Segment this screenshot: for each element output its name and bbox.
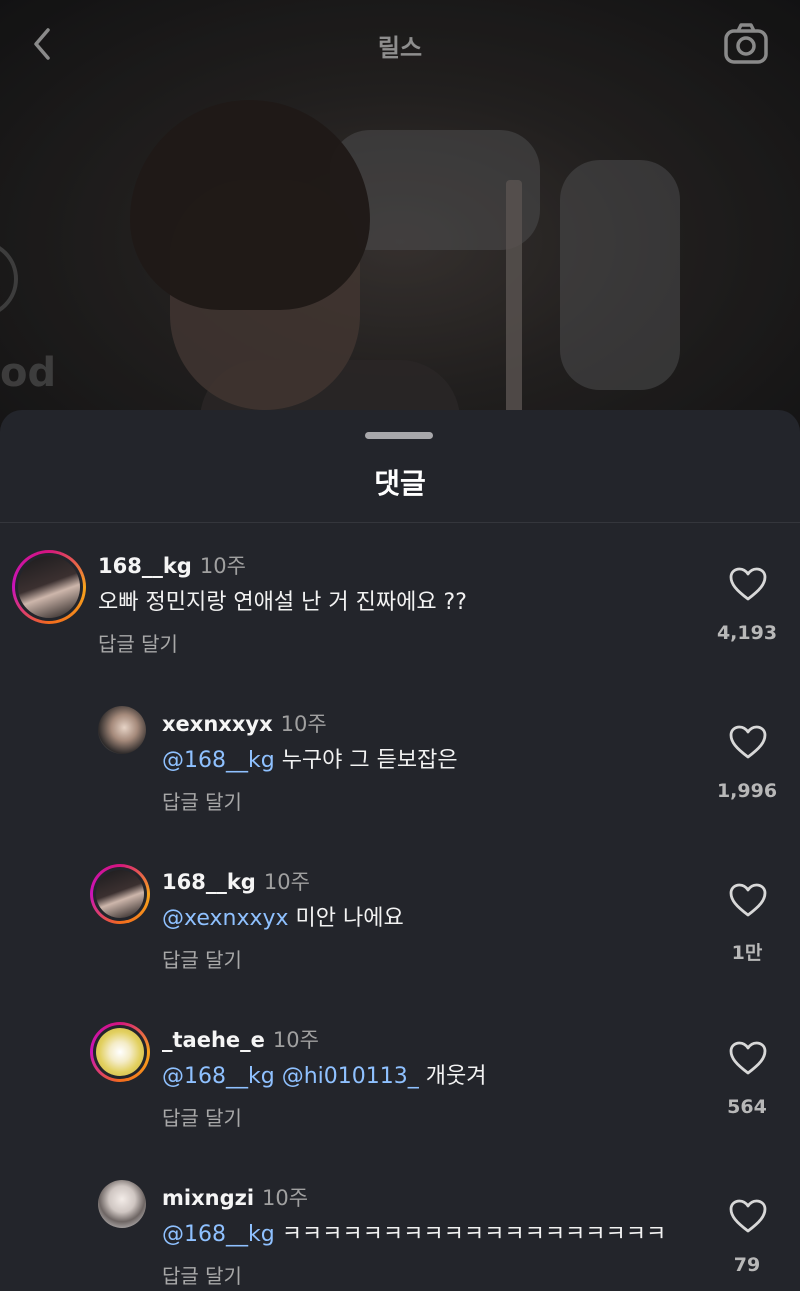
comment-username[interactable]: _taehe_e xyxy=(162,1028,265,1052)
camera-icon xyxy=(724,23,768,64)
like-button[interactable] xyxy=(726,1196,770,1236)
reply-button[interactable]: 답글 달기 xyxy=(162,944,242,973)
top-bar: 릴스 xyxy=(0,0,800,90)
comment-time: 10주 xyxy=(199,554,246,578)
like-button[interactable] xyxy=(726,1038,770,1078)
comment-header: _taehe_e 10주 xyxy=(162,1024,319,1054)
heart-icon xyxy=(729,1199,767,1233)
reply-button[interactable]: 답글 달기 xyxy=(98,628,178,657)
sheet-drag-handle[interactable] xyxy=(365,432,433,439)
comment-body: 누구야 그 듣보잡은 xyxy=(274,748,458,773)
comment-time: 10주 xyxy=(272,1028,319,1052)
comment-header: 168__kg 10주 xyxy=(162,866,310,896)
heart-icon xyxy=(729,883,767,917)
comment-body: 개웃겨 xyxy=(418,1064,487,1089)
heart-icon xyxy=(729,567,767,601)
comment-body: 오빠 정민지랑 연애설 난 거 진짜에요 ?? xyxy=(98,590,467,615)
heart-icon xyxy=(729,1041,767,1075)
comment-username[interactable]: xexnxxyx xyxy=(162,712,273,736)
comment-mention[interactable]: @168__kg xyxy=(162,1222,275,1247)
avatar[interactable] xyxy=(98,1180,146,1228)
comment-body: ㅋㅋㅋㅋㅋㅋㅋㅋㅋㅋㅋㅋㅋㅋㅋㅋㅋㅋㅋ xyxy=(274,1222,667,1247)
comment-time: 10주 xyxy=(262,1186,309,1210)
comment-header: mixngzi 10주 xyxy=(162,1182,308,1212)
comment-body: 미안 나에요 xyxy=(288,906,404,931)
reply-button[interactable]: 답글 달기 xyxy=(162,786,242,815)
comment-item: xexnxxyx 10주 @168__kg 누구야 그 듣보잡은 답글 달기 1,… xyxy=(0,704,800,834)
comment-time: 10주 xyxy=(280,712,327,736)
like-button[interactable] xyxy=(726,564,770,604)
comment-text: @168__kg @hi010113_ 개웃겨 xyxy=(162,1058,486,1090)
comment-item: _taehe_e 10주 @168__kg @hi010113_ 개웃겨 답글 달… xyxy=(0,1020,800,1150)
comment-text: @xexnxxyx 미안 나에요 xyxy=(162,900,404,932)
comment-mention[interactable]: @168__kg @hi010113_ xyxy=(162,1064,419,1089)
comment-item: 168__kg 10주 @xexnxxyx 미안 나에요 답글 달기 1만 xyxy=(0,862,800,992)
comment-time: 10주 xyxy=(263,870,310,894)
like-count: 1,996 xyxy=(716,780,778,802)
like-button[interactable] xyxy=(726,880,770,920)
comment-header: xexnxxyx 10주 xyxy=(162,708,327,738)
avatar[interactable] xyxy=(90,1022,150,1082)
divider xyxy=(0,522,800,523)
like-count: 564 xyxy=(727,1096,767,1118)
comments-sheet: 댓글 168__kg 10주 오빠 정민지랑 연애설 난 거 진짜에요 ?? 답글… xyxy=(0,410,800,1291)
comment-text: @168__kg ㅋㅋㅋㅋㅋㅋㅋㅋㅋㅋㅋㅋㅋㅋㅋㅋㅋㅋㅋ xyxy=(162,1216,666,1248)
heart-icon xyxy=(729,725,767,759)
comment-username[interactable]: mixngzi xyxy=(162,1186,254,1210)
comment-mention[interactable]: @xexnxxyx xyxy=(162,906,289,931)
comment-username[interactable]: 168__kg xyxy=(98,554,192,578)
camera-button[interactable] xyxy=(722,20,770,68)
sheet-title: 댓글 xyxy=(374,467,426,500)
comment-item: 168__kg 10주 오빠 정민지랑 연애설 난 거 진짜에요 ?? 답글 달기… xyxy=(0,546,800,676)
comment-username[interactable]: 168__kg xyxy=(162,870,256,894)
avatar[interactable] xyxy=(98,706,146,754)
like-button[interactable] xyxy=(726,722,770,762)
reply-button[interactable]: 답글 달기 xyxy=(162,1260,242,1289)
comment-text: 오빠 정민지랑 연애설 난 거 진짜에요 ?? xyxy=(98,584,467,616)
comment-item: mixngzi 10주 @168__kg ㅋㅋㅋㅋㅋㅋㅋㅋㅋㅋㅋㅋㅋㅋㅋㅋㅋㅋㅋ … xyxy=(0,1178,800,1291)
comment-header: 168__kg 10주 xyxy=(98,550,246,580)
comment-mention[interactable]: @168__kg xyxy=(162,748,275,773)
page-title: 릴스 xyxy=(377,34,423,62)
avatar[interactable] xyxy=(12,550,86,624)
like-count: 4,193 xyxy=(716,622,778,644)
like-count: 79 xyxy=(733,1254,761,1276)
like-count: 1만 xyxy=(731,942,763,964)
comment-text: @168__kg 누구야 그 듣보잡은 xyxy=(162,742,458,774)
avatar[interactable] xyxy=(90,864,150,924)
reply-button[interactable]: 답글 달기 xyxy=(162,1102,242,1131)
